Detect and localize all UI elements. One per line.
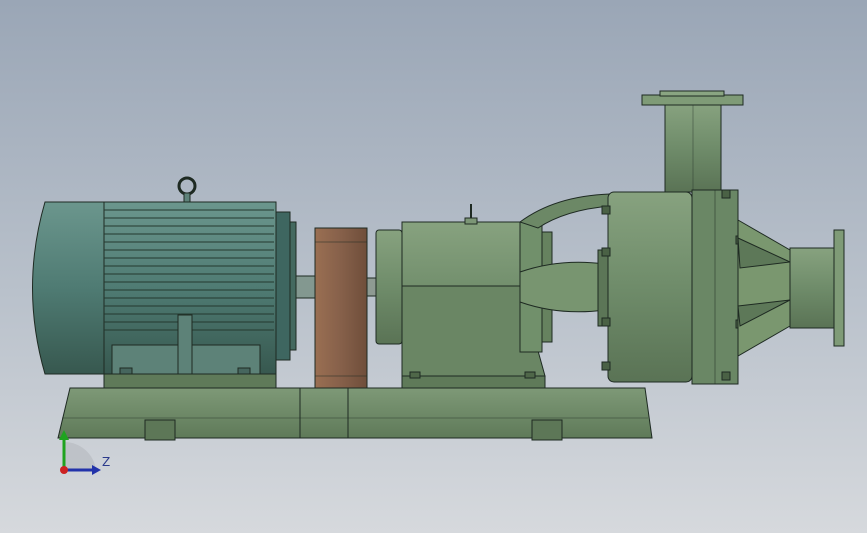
cad-viewport[interactable]: Z <box>0 0 867 533</box>
coupling-guard <box>314 227 378 389</box>
triad-origin <box>60 466 68 474</box>
z-axis-label: Z <box>102 455 111 469</box>
base-frame <box>57 387 653 441</box>
pump-casing <box>601 90 845 385</box>
electric-motor <box>32 176 317 389</box>
lifting-eye-icon <box>177 176 197 196</box>
pump-assembly-model[interactable] <box>0 0 867 533</box>
